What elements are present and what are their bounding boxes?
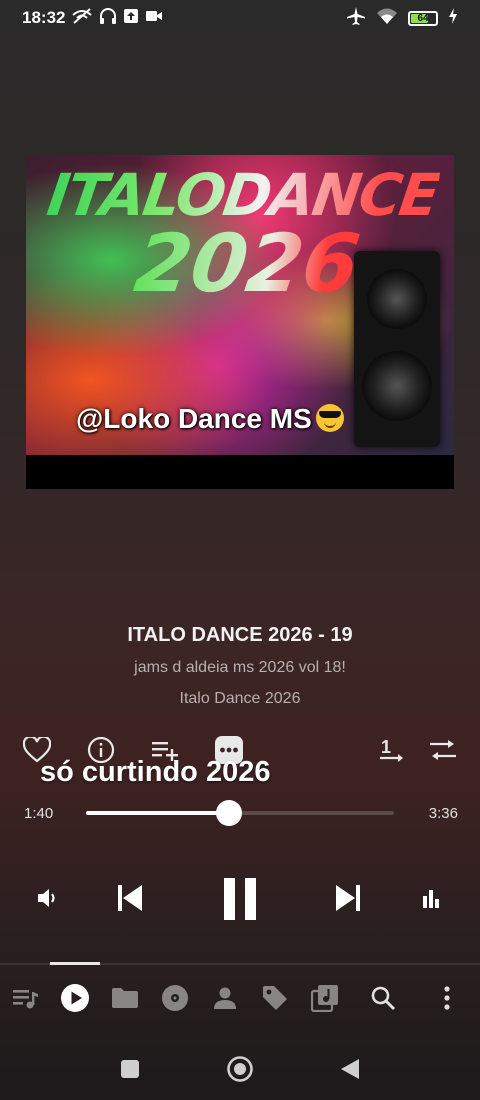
wifi-calling-off-icon bbox=[71, 7, 93, 29]
equalizer-icon[interactable] bbox=[416, 884, 446, 912]
folder-icon bbox=[111, 986, 139, 1015]
sunglasses-emoji-icon bbox=[315, 404, 344, 432]
seek-bar-progress bbox=[86, 811, 229, 815]
tab-artists[interactable] bbox=[208, 982, 242, 1018]
tab-tags[interactable] bbox=[258, 982, 292, 1018]
video-icon bbox=[145, 9, 163, 27]
person-icon bbox=[212, 985, 238, 1016]
repeat-one-icon[interactable]: 1 bbox=[377, 734, 409, 766]
volume-icon[interactable] bbox=[32, 884, 64, 912]
headphones-icon bbox=[99, 7, 117, 29]
queue-icon bbox=[11, 986, 39, 1015]
lyrics-line: só curtindo 2026 bbox=[40, 756, 271, 788]
speaker-graphic bbox=[354, 251, 440, 447]
play-circle-icon bbox=[60, 983, 90, 1018]
seek-bar-thumb[interactable] bbox=[215, 800, 242, 826]
status-time: 18:32 bbox=[22, 8, 66, 27]
disc-icon bbox=[161, 984, 189, 1017]
home-button[interactable] bbox=[223, 1052, 257, 1086]
status-bar: 18:32 64 bbox=[0, 0, 480, 36]
tag-icon bbox=[261, 984, 289, 1017]
tab-search[interactable] bbox=[366, 982, 400, 1018]
more-vertical-icon bbox=[442, 985, 452, 1016]
total-time: 3:36 bbox=[428, 805, 458, 822]
tab-more[interactable] bbox=[430, 982, 464, 1018]
back-button[interactable] bbox=[333, 1052, 367, 1086]
tab-now-playing[interactable] bbox=[58, 982, 92, 1018]
upload-icon bbox=[123, 8, 139, 28]
tab-folders[interactable] bbox=[108, 982, 142, 1018]
track-artist[interactable]: jams d aldeia ms 2026 vol 18! bbox=[0, 659, 480, 677]
wifi-icon bbox=[376, 7, 398, 30]
artwork-handle: @Loko Dance MS bbox=[76, 403, 344, 435]
tab-playlists[interactable] bbox=[308, 982, 342, 1018]
bottom-nav bbox=[0, 982, 480, 1018]
track-title: ITALO DANCE 2026 - 19 bbox=[127, 624, 353, 646]
seek-bar[interactable] bbox=[86, 800, 394, 826]
recents-button[interactable] bbox=[113, 1052, 147, 1086]
pause-button[interactable] bbox=[214, 872, 266, 926]
shuffle-icon[interactable] bbox=[427, 734, 459, 766]
playlist-icon bbox=[310, 984, 339, 1017]
current-time: 1:40 bbox=[24, 805, 54, 822]
active-tab-indicator bbox=[50, 962, 100, 965]
next-button[interactable] bbox=[330, 878, 366, 918]
artwork-title-line2: 2026 bbox=[129, 217, 366, 310]
system-navigation-bar bbox=[0, 1052, 480, 1086]
svg-text:1: 1 bbox=[381, 737, 391, 757]
previous-button[interactable] bbox=[112, 878, 148, 918]
airplane-icon bbox=[346, 6, 366, 31]
charging-icon bbox=[448, 7, 458, 29]
tab-queue[interactable] bbox=[8, 982, 42, 1018]
battery-icon: 64 bbox=[408, 10, 438, 26]
tab-albums[interactable] bbox=[158, 982, 192, 1018]
album-artwork: ITALODANCE 2026 @Loko Dance MS bbox=[26, 155, 454, 489]
search-icon bbox=[370, 985, 396, 1016]
track-album[interactable]: Italo Dance 2026 bbox=[0, 690, 480, 708]
